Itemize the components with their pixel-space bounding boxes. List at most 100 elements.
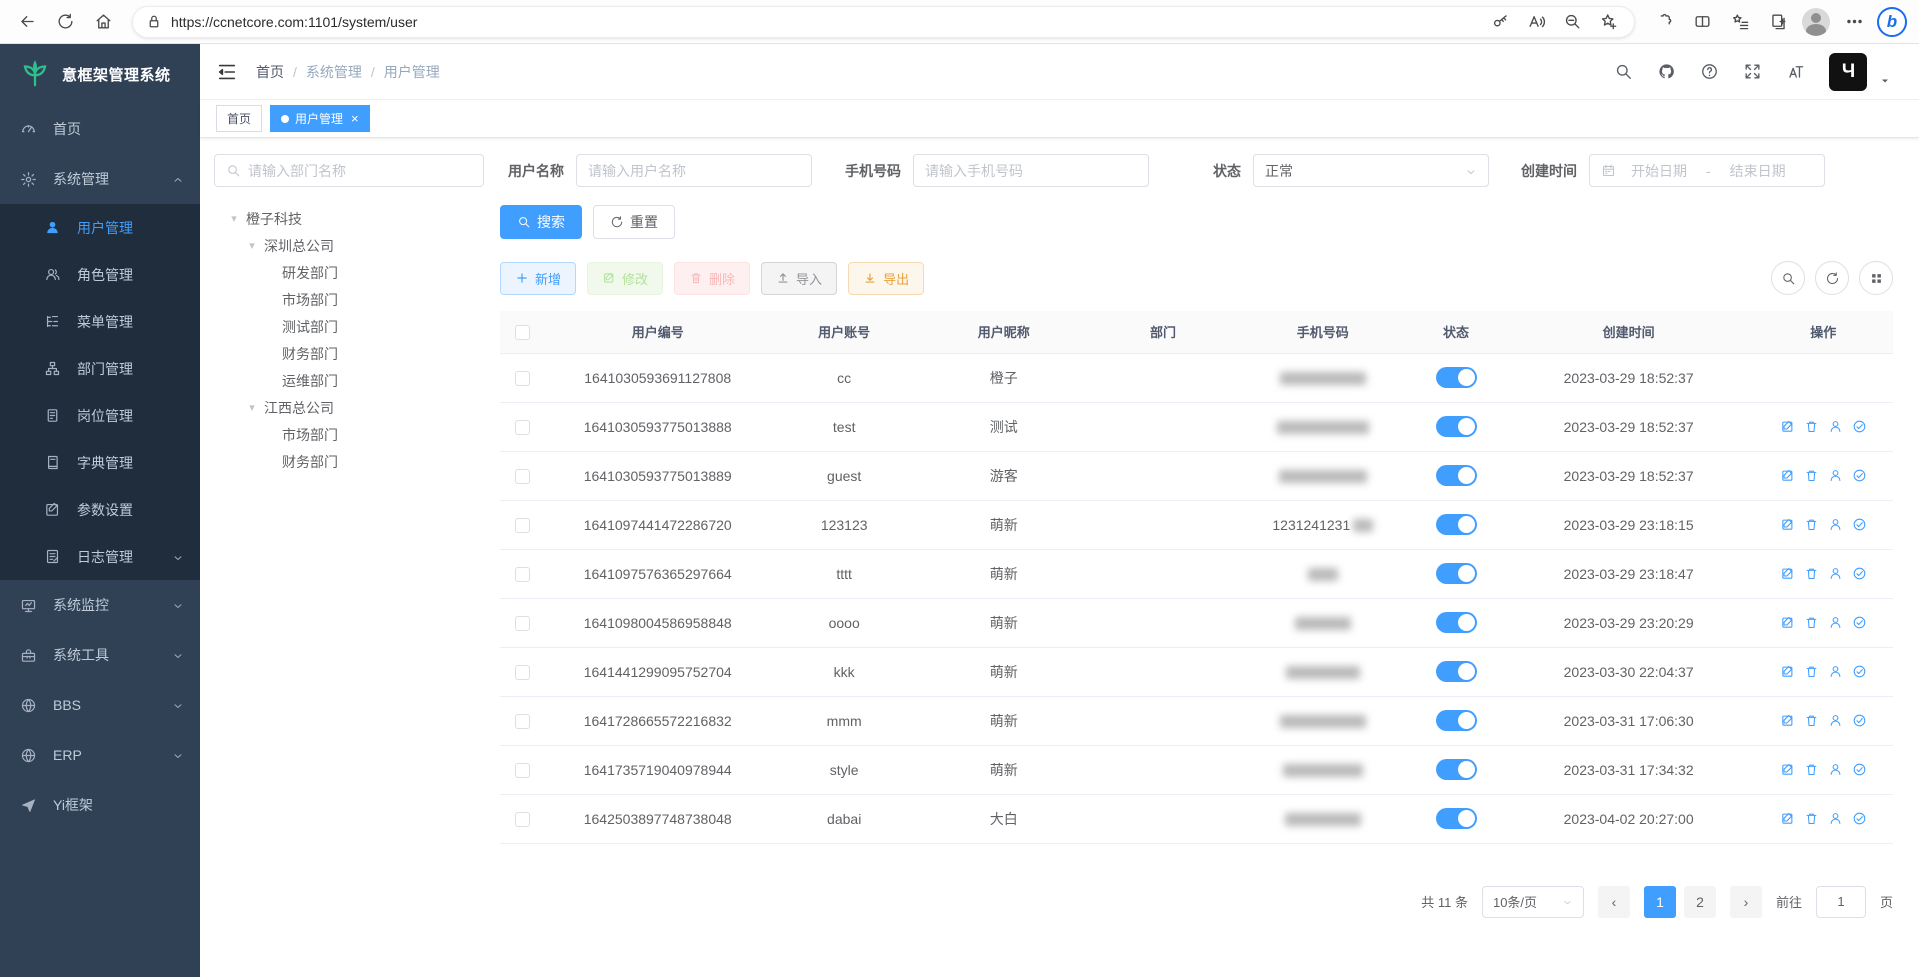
close-icon[interactable]: × [351,111,359,126]
search-button[interactable]: 搜索 [500,205,582,239]
page-button-2[interactable]: 2 [1684,886,1716,918]
tree-node[interactable]: ▾江西总公司 [228,394,500,421]
add-button[interactable]: 新增 [500,262,576,295]
fullscreen-icon[interactable] [1743,62,1762,81]
edit-op-icon[interactable] [1780,566,1795,581]
sidebar-item-系统管理[interactable]: 系统管理 [0,154,200,204]
sidebar-item-系统监控[interactable]: 系统监控 [0,580,200,630]
sidebar-item-yi框架[interactable]: Yi框架 [0,780,200,830]
check-circle-icon[interactable] [1852,762,1867,777]
row-checkbox[interactable] [515,420,530,435]
user-avatar[interactable]: Ч [1829,53,1867,91]
trash-op-icon[interactable] [1804,468,1819,483]
address-bar[interactable]: https://ccnetcore.com:1101/system/user [132,6,1635,38]
edit-op-icon[interactable] [1780,468,1795,483]
tree-node[interactable]: 市场部门 [228,286,500,313]
sidebar-item-bbs[interactable]: BBS [0,680,200,730]
tree-node[interactable]: 研发部门 [228,259,500,286]
breadcrumb-item[interactable]: 首页 [256,62,284,82]
edit-op-icon[interactable] [1780,517,1795,532]
table-tool-grid-icon[interactable] [1859,261,1893,295]
check-circle-icon[interactable] [1852,615,1867,630]
tree-node[interactable]: 测试部门 [228,313,500,340]
edit-op-icon[interactable] [1780,811,1795,826]
check-circle-icon[interactable] [1852,419,1867,434]
row-checkbox[interactable] [515,371,530,386]
view-tag[interactable]: 用户管理× [270,105,370,132]
row-checkbox[interactable] [515,812,530,827]
trash-op-icon[interactable] [1804,419,1819,434]
check-circle-icon[interactable] [1852,517,1867,532]
row-checkbox[interactable] [515,714,530,729]
back-icon[interactable] [10,5,44,39]
person-op-icon[interactable] [1828,713,1843,728]
status-toggle[interactable] [1436,367,1477,388]
search-icon[interactable] [1614,62,1633,81]
table-tool-refresh-icon[interactable] [1815,261,1849,295]
profile-icon[interactable] [1799,5,1833,39]
dept-search-input[interactable]: 请输入部门名称 [214,154,484,187]
trash-op-icon[interactable] [1804,664,1819,679]
status-toggle[interactable] [1436,563,1477,584]
status-toggle[interactable] [1436,710,1477,731]
trash-op-icon[interactable] [1804,762,1819,777]
extensions-icon[interactable] [1647,5,1681,39]
table-tool-search-icon[interactable] [1771,261,1805,295]
edit-op-icon[interactable] [1780,664,1795,679]
status-toggle[interactable] [1436,661,1477,682]
status-toggle[interactable] [1436,612,1477,633]
page-button-1[interactable]: 1 [1644,886,1676,918]
caret-icon[interactable]: ▾ [246,239,258,252]
menu-fold-icon[interactable] [216,61,238,83]
sidebar-item-首页[interactable]: 首页 [0,104,200,154]
del-button[interactable]: 删除 [674,262,750,295]
edit-op-icon[interactable] [1780,713,1795,728]
check-circle-icon[interactable] [1852,468,1867,483]
phone-input[interactable]: 请输入手机号码 [913,154,1149,187]
split-screen-icon[interactable] [1685,5,1719,39]
person-op-icon[interactable] [1828,811,1843,826]
row-checkbox[interactable] [515,763,530,778]
row-checkbox[interactable] [515,469,530,484]
view-tag[interactable]: 首页 [216,105,262,132]
read-aloud-icon[interactable] [1522,8,1550,36]
status-toggle[interactable] [1436,416,1477,437]
sidebar-item-参数设置[interactable]: 参数设置 [0,486,200,533]
prev-page-button[interactable]: ‹ [1598,886,1630,918]
status-toggle[interactable] [1436,514,1477,535]
trash-op-icon[interactable] [1804,566,1819,581]
copilot-icon[interactable]: b [1875,5,1909,39]
person-op-icon[interactable] [1828,517,1843,532]
page-size-select[interactable]: 10条/页 [1482,886,1584,918]
sidebar-item-字典管理[interactable]: 字典管理 [0,439,200,486]
breadcrumb-item[interactable]: 用户管理 [384,62,440,82]
person-op-icon[interactable] [1828,566,1843,581]
status-select[interactable]: 正常 [1253,154,1489,187]
edit-op-icon[interactable] [1780,419,1795,434]
caret-icon[interactable]: ▾ [228,212,240,225]
select-all-checkbox[interactable] [515,325,530,340]
sidebar-item-角色管理[interactable]: 角色管理 [0,251,200,298]
tree-node[interactable]: 财务部门 [228,448,500,475]
check-circle-icon[interactable] [1852,811,1867,826]
row-checkbox[interactable] [515,518,530,533]
reset-button[interactable]: 重置 [593,205,675,239]
tree-node[interactable]: 财务部门 [228,340,500,367]
tree-node[interactable]: ▾橙子科技 [228,205,500,232]
status-toggle[interactable] [1436,759,1477,780]
edit-button[interactable]: 修改 [587,262,663,295]
star-add-icon[interactable] [1594,8,1622,36]
person-op-icon[interactable] [1828,664,1843,679]
breadcrumb-item[interactable]: 系统管理 [306,62,362,82]
tree-node[interactable]: 运维部门 [228,367,500,394]
sidebar-item-日志管理[interactable]: 日志管理 [0,533,200,580]
check-circle-icon[interactable] [1852,713,1867,728]
caret-icon[interactable]: ▾ [246,401,258,414]
edit-op-icon[interactable] [1780,615,1795,630]
tree-node[interactable]: ▾深圳总公司 [228,232,500,259]
trash-op-icon[interactable] [1804,517,1819,532]
url-text[interactable]: https://ccnetcore.com:1101/system/user [171,14,1478,30]
sidebar-item-菜单管理[interactable]: 菜单管理 [0,298,200,345]
row-checkbox[interactable] [515,665,530,680]
person-op-icon[interactable] [1828,468,1843,483]
